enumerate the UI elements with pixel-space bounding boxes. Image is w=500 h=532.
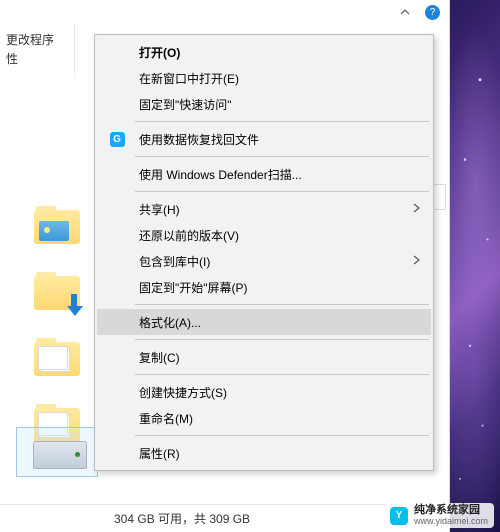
documents-folder-icon[interactable]	[34, 338, 80, 376]
help-icon[interactable]: ?	[425, 5, 440, 20]
folder-icon[interactable]	[34, 404, 80, 442]
menu-separator	[135, 435, 429, 436]
menu-rename[interactable]: 重命名(M)	[97, 405, 431, 431]
watermark: Y 纯净系统家园 www.yidaimei.com	[384, 503, 494, 528]
menu-open[interactable]: 打开(O)	[97, 39, 431, 65]
menu-properties[interactable]: 属性(R)	[97, 440, 431, 466]
data-recovery-icon: G	[109, 131, 125, 147]
ribbon-collapse-bar: ?	[0, 0, 450, 24]
pictures-folder-icon[interactable]	[34, 206, 80, 244]
menu-separator	[135, 339, 429, 340]
drive-item[interactable]	[30, 441, 90, 469]
file-explorer-window: ? 更改程序 性 304 GB 可用，共 309 GB 打开(O)	[0, 0, 450, 532]
ribbon-text-1: 更改程序	[6, 31, 54, 48]
menu-create-shortcut[interactable]: 创建快捷方式(S)	[97, 379, 431, 405]
menu-restore-previous[interactable]: 还原以前的版本(V)	[97, 222, 431, 248]
status-bar: 304 GB 可用，共 309 GB	[0, 504, 450, 532]
menu-separator	[135, 304, 429, 305]
menu-include-library[interactable]: 包含到库中(I)	[97, 248, 431, 274]
submenu-arrow-icon	[413, 254, 421, 268]
menu-format[interactable]: 格式化(A)...	[97, 309, 431, 335]
menu-pin-start[interactable]: 固定到"开始"屏幕(P)	[97, 274, 431, 300]
menu-separator	[135, 191, 429, 192]
downloads-folder-icon[interactable]	[34, 272, 80, 310]
submenu-arrow-icon	[413, 202, 421, 216]
menu-separator	[135, 156, 429, 157]
watermark-logo-icon: Y	[390, 507, 408, 525]
menu-share[interactable]: 共享(H)	[97, 196, 431, 222]
menu-data-recovery[interactable]: G 使用数据恢复找回文件	[97, 126, 431, 152]
folder-column	[34, 206, 80, 442]
status-text: 304 GB 可用，共 309 GB	[114, 510, 250, 527]
menu-defender-scan[interactable]: 使用 Windows Defender扫描...	[97, 161, 431, 187]
menu-separator	[135, 121, 429, 122]
watermark-url: www.yidaimei.com	[414, 517, 488, 526]
ribbon-collapse-icon[interactable]	[399, 6, 411, 18]
menu-open-new-window[interactable]: 在新窗口中打开(E)	[97, 65, 431, 91]
menu-pin-quick-access[interactable]: 固定到"快速访问"	[97, 91, 431, 117]
ribbon-text-2: 性	[6, 50, 18, 67]
menu-copy[interactable]: 复制(C)	[97, 344, 431, 370]
watermark-title: 纯净系统家园	[414, 505, 488, 517]
hard-drive-icon	[33, 441, 87, 469]
ribbon-fragment: 更改程序 性	[0, 24, 75, 75]
desktop-wallpaper-strip	[450, 0, 500, 532]
context-menu: 打开(O) 在新窗口中打开(E) 固定到"快速访问" G 使用数据恢复找回文件 …	[94, 34, 434, 471]
menu-separator	[135, 374, 429, 375]
